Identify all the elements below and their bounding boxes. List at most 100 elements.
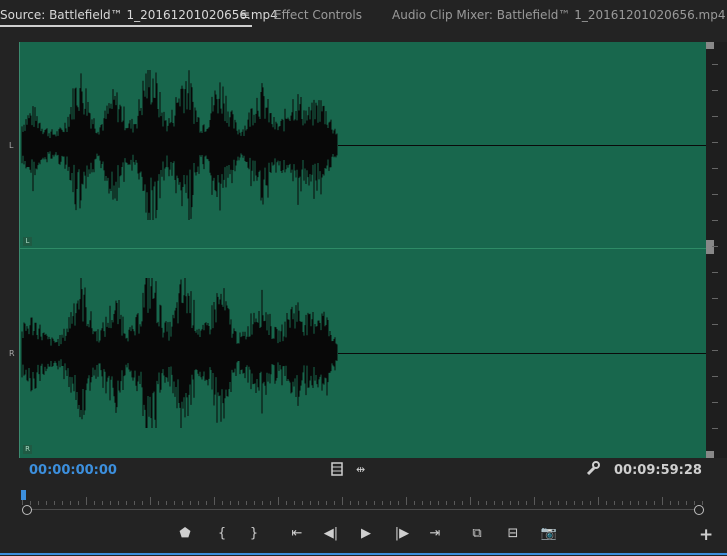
time-ruler-tick — [590, 501, 591, 505]
time-ruler-tick — [606, 501, 607, 505]
film-icon[interactable] — [331, 462, 343, 480]
ruler-tick — [712, 220, 718, 221]
time-ruler-tick — [46, 501, 47, 505]
time-ruler-tick — [94, 501, 95, 505]
ruler-tick — [712, 194, 718, 195]
ruler-handle-top[interactable] — [706, 42, 714, 49]
time-ruler-tick — [206, 501, 207, 505]
time-ruler-tick — [646, 501, 647, 505]
time-ruler-tick — [150, 497, 151, 505]
go-to-in-button[interactable]: ⇤ — [286, 527, 308, 541]
channel-divider — [20, 248, 707, 249]
audio-waveform-display[interactable]: L R — [19, 42, 707, 458]
time-ruler-tick — [550, 501, 551, 505]
time-ruler-tick — [102, 501, 103, 505]
time-ruler-tick — [78, 501, 79, 505]
insert-button[interactable]: ⧉ — [466, 527, 488, 541]
audio-waveform-toggle-icon[interactable]: ⇹ — [356, 463, 365, 477]
time-ruler-tick — [62, 501, 63, 505]
time-ruler-tick — [254, 501, 255, 505]
ruler-tick — [712, 376, 718, 377]
time-ruler-tick — [238, 501, 239, 505]
panel-menu-icon[interactable]: ≡ — [240, 8, 250, 22]
time-ruler-tick — [614, 501, 615, 505]
tab-source[interactable]: Source: Battlefield™ 1_20161201020656.mp… — [0, 8, 278, 22]
waveform-canvas — [21, 70, 338, 428]
zoom-scroll-start-handle[interactable] — [22, 505, 32, 515]
time-ruler-tick — [398, 501, 399, 505]
ruler-tick — [712, 428, 718, 429]
time-ruler-tick — [430, 501, 431, 505]
time-ruler-tick — [486, 501, 487, 505]
time-ruler-tick — [654, 501, 655, 505]
time-ruler-tick — [110, 501, 111, 505]
time-ruler-tick — [230, 501, 231, 505]
mark-out-button[interactable]: } — [243, 527, 265, 541]
time-ruler-tick — [270, 501, 271, 505]
ruler-tick — [712, 272, 718, 273]
play-button[interactable]: ▶ — [355, 527, 377, 541]
time-ruler-tick — [278, 497, 279, 505]
time-ruler-tick — [70, 501, 71, 505]
time-ruler-tick — [326, 501, 327, 505]
duration-timecode: 00:09:59:28 — [614, 463, 702, 478]
time-ruler-tick — [126, 501, 127, 505]
time-ruler-tick — [582, 501, 583, 505]
time-ruler-tick — [38, 501, 39, 505]
time-ruler-tick — [438, 501, 439, 505]
ruler-tick — [712, 402, 718, 403]
ruler-handle-bottom[interactable] — [706, 451, 714, 458]
time-ruler-tick — [526, 501, 527, 505]
button-editor-add-button[interactable]: + — [699, 527, 713, 544]
go-to-out-button[interactable]: ⇥ — [424, 527, 446, 541]
time-ruler-tick — [158, 501, 159, 505]
time-ruler-tick — [470, 497, 471, 505]
time-ruler-tick — [542, 501, 543, 505]
channel-label-right: R — [9, 349, 15, 358]
tab-effect-controls[interactable]: Effect Controls — [274, 8, 362, 22]
time-ruler-tick — [598, 497, 599, 505]
time-ruler-tick — [510, 501, 511, 505]
step-forward-button[interactable]: |▶ — [391, 527, 413, 541]
add-marker-button[interactable]: ⬟ — [174, 527, 196, 541]
time-ruler[interactable] — [22, 495, 703, 505]
current-timecode[interactable]: 00:00:00:00 — [29, 463, 117, 478]
ruler-handle-mid2[interactable] — [706, 247, 714, 254]
mark-in-button[interactable]: { — [211, 527, 233, 541]
overwrite-button[interactable]: ⊟ — [502, 527, 524, 541]
time-ruler-tick — [342, 497, 343, 505]
time-ruler-tick — [374, 501, 375, 505]
vertical-zoom-ruler[interactable] — [706, 42, 727, 458]
playhead[interactable] — [21, 490, 26, 500]
ruler-tick — [712, 64, 718, 65]
left-channel-baseline — [338, 145, 707, 146]
ruler-tick — [712, 350, 718, 351]
time-ruler-tick — [190, 501, 191, 505]
left-channel-tag: L — [23, 237, 32, 246]
right-channel-waveform — [21, 278, 338, 428]
time-ruler-tick — [574, 501, 575, 505]
time-ruler-tick — [334, 501, 335, 505]
zoom-scroll-end-handle[interactable] — [694, 505, 704, 515]
step-back-button[interactable]: ◀| — [320, 527, 342, 541]
left-channel-waveform — [21, 70, 338, 220]
time-ruler-tick — [686, 501, 687, 505]
time-ruler-tick — [702, 501, 703, 505]
time-ruler-tick — [558, 501, 559, 505]
time-ruler-tick — [118, 501, 119, 505]
ruler-tick — [712, 324, 718, 325]
time-ruler-tick — [350, 501, 351, 505]
time-ruler-tick — [662, 497, 663, 505]
time-ruler-tick — [390, 501, 391, 505]
zoom-scroll-track[interactable] — [27, 509, 699, 510]
channel-label-left: L — [9, 141, 14, 150]
wrench-icon[interactable] — [585, 461, 600, 480]
ruler-tick — [712, 246, 718, 247]
time-ruler-tick — [502, 501, 503, 505]
ruler-tick — [712, 298, 718, 299]
time-ruler-tick — [246, 501, 247, 505]
tab-audio-clip-mixer[interactable]: Audio Clip Mixer: Battlefield™ 1_2016120… — [392, 8, 725, 22]
time-ruler-tick — [622, 501, 623, 505]
time-ruler-tick — [406, 497, 407, 505]
export-frame-button[interactable]: 📷 — [538, 527, 560, 541]
